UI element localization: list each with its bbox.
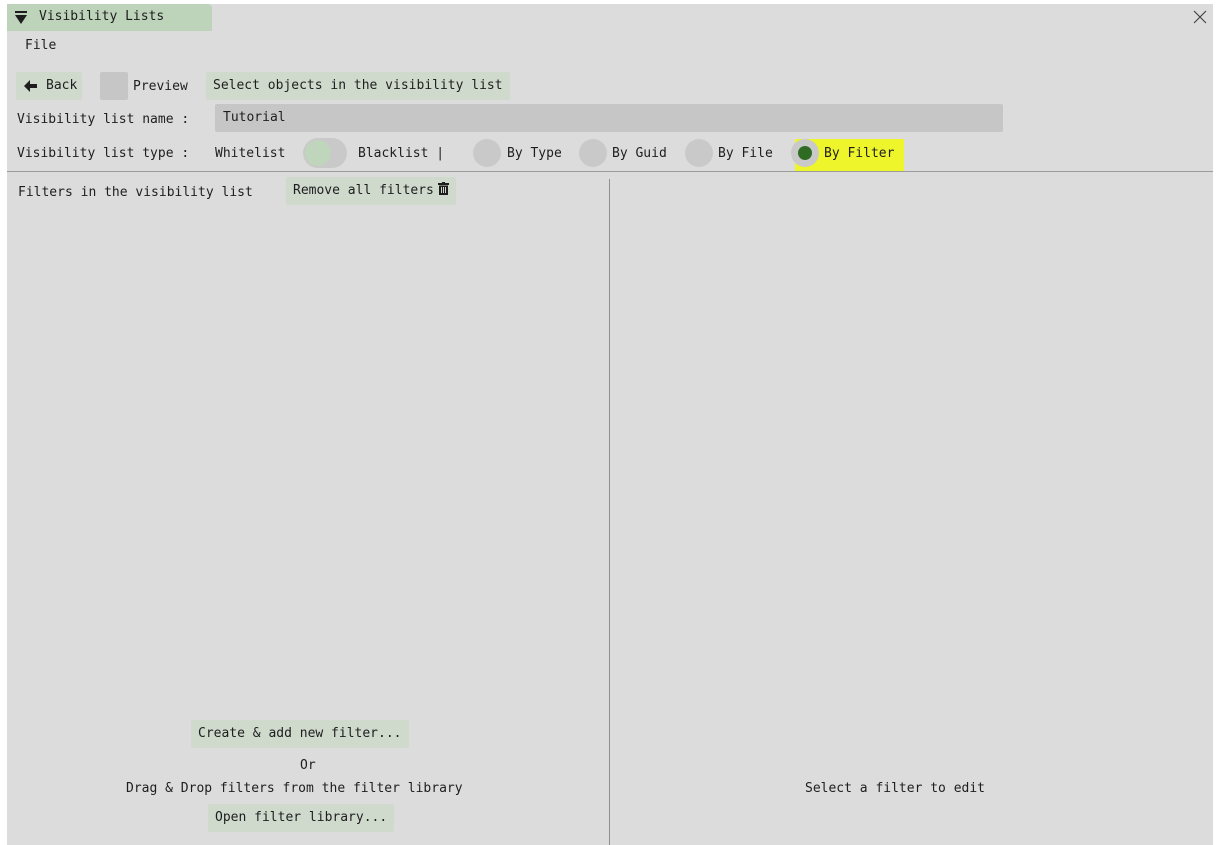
radio-selected-dot — [798, 146, 812, 160]
arrow-left-icon — [24, 80, 37, 92]
title-bar: Visibility Lists — [7, 4, 1213, 31]
back-label: Back — [46, 78, 78, 93]
radio-by-type[interactable] — [473, 139, 501, 167]
list-name-input[interactable] — [215, 104, 1003, 132]
filters-heading: Filters in the visibility list — [18, 185, 253, 200]
visibility-lists-window: Visibility Lists File Back Preview Selec… — [7, 4, 1213, 845]
remove-all-filters-label: Remove all filters — [293, 183, 434, 198]
select-objects-button[interactable]: Select objects in the visibility list — [206, 72, 510, 100]
radio-by-guid[interactable] — [579, 139, 607, 167]
trash-icon — [437, 182, 449, 195]
list-name-label: Visibility list name : — [17, 112, 190, 127]
radio-by-filter-label[interactable]: By Filter — [824, 146, 894, 161]
window-title-tab[interactable]: Visibility Lists — [7, 4, 212, 31]
close-icon[interactable] — [1193, 10, 1207, 24]
menu-file[interactable]: File — [25, 38, 56, 53]
preview-checkbox[interactable] — [100, 72, 128, 100]
radio-by-filter[interactable] — [791, 139, 819, 167]
radio-by-file[interactable] — [685, 139, 713, 167]
remove-all-filters-button[interactable]: Remove all filters — [286, 177, 456, 205]
radio-by-type-label[interactable]: By Type — [507, 146, 562, 161]
window-title: Visibility Lists — [39, 9, 165, 24]
panel-divider[interactable] — [609, 179, 610, 845]
menu-bar: File — [7, 31, 1213, 59]
back-button[interactable]: Back — [16, 72, 82, 100]
preview-label: Preview — [133, 79, 188, 94]
drag-drop-hint: Drag & Drop filters from the filter libr… — [126, 781, 463, 796]
radio-by-file-label[interactable]: By File — [718, 146, 773, 161]
open-filter-library-button[interactable]: Open filter library... — [208, 804, 395, 832]
caret-down-icon[interactable] — [15, 11, 27, 25]
create-filter-button[interactable]: Create & add new filter... — [191, 720, 409, 748]
whitelist-label: Whitelist — [215, 146, 286, 161]
header-separator — [7, 171, 1213, 172]
or-text: Or — [300, 758, 316, 773]
blacklist-label: Blacklist | — [358, 146, 445, 161]
list-type-label: Visibility list type : — [17, 146, 190, 161]
select-filter-hint: Select a filter to edit — [805, 781, 986, 796]
radio-by-guid-label[interactable]: By Guid — [612, 146, 667, 161]
whitelist-blacklist-toggle[interactable] — [303, 138, 347, 168]
toggle-knob — [305, 140, 331, 166]
